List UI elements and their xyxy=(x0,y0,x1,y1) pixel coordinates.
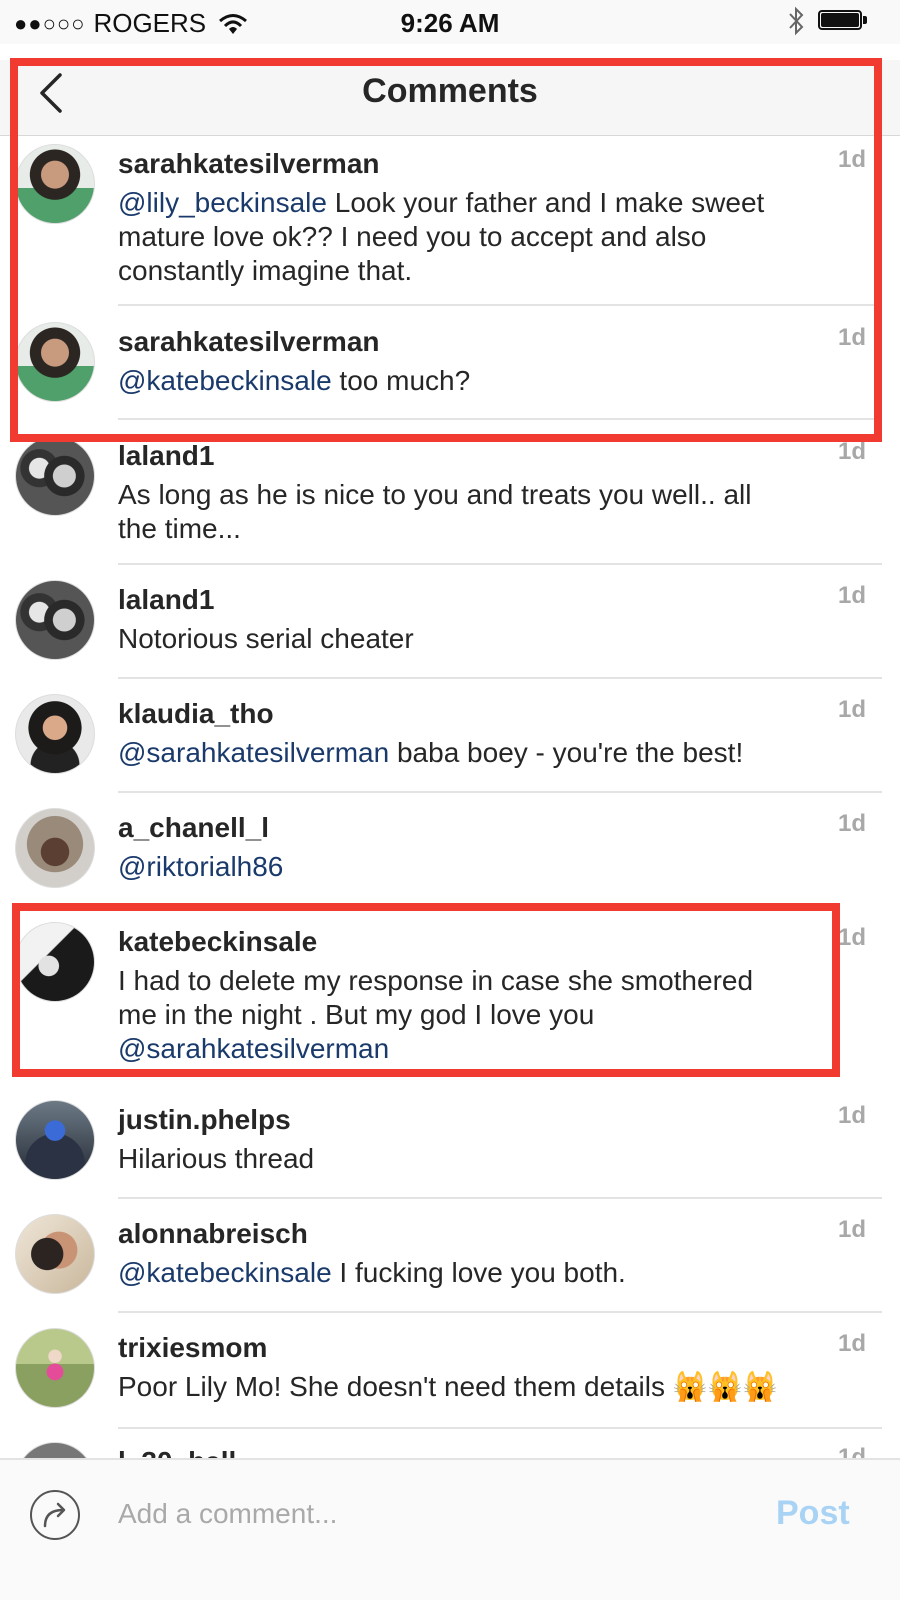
avatar[interactable] xyxy=(15,1100,95,1180)
mention-link[interactable]: @riktorialh86 xyxy=(118,851,283,882)
mention-link[interactable]: @sarahkatesilverman xyxy=(118,1033,389,1064)
post-button[interactable]: Post xyxy=(776,1494,850,1533)
battery-icon xyxy=(818,10,868,32)
avatar[interactable] xyxy=(15,144,95,224)
comment-text: @lily_beckinsale Look your father and I … xyxy=(118,186,838,288)
comment-time: 1d xyxy=(838,582,867,609)
divider xyxy=(118,791,882,793)
comment-time: 1d xyxy=(838,924,867,951)
comment-text: @riktorialh86 xyxy=(118,850,838,884)
mention-link[interactable]: @katebeckinsale xyxy=(118,1257,332,1288)
comment-text-part: mature love ok?? I need you to accept an… xyxy=(118,221,707,252)
bluetooth-icon xyxy=(789,6,804,36)
comment-item: sarahkatesilverman 1d @lily_beckinsale L… xyxy=(0,142,900,306)
comment-username[interactable]: justin.phelps xyxy=(118,1104,291,1136)
status-time: 9:26 AM xyxy=(400,8,500,38)
comment-item: sarahkatesilverman 1d @katebeckinsale to… xyxy=(0,320,900,420)
comment-time: 1d xyxy=(838,1330,867,1357)
comment-text-part: baba boey - you're the best! xyxy=(389,737,744,768)
comment-composer: Post xyxy=(0,1458,900,1600)
comment-username[interactable]: laland1 xyxy=(118,440,214,472)
avatar[interactable] xyxy=(15,322,95,402)
comment-text-part: I had to delete my response in case she … xyxy=(118,965,754,996)
comment-username[interactable]: klaudia_tho xyxy=(118,698,274,730)
comment-text: @sarahkatesilverman baba boey - you're t… xyxy=(118,736,838,770)
comment-text-part: Hilarious thread xyxy=(118,1143,315,1174)
comment-text-part: too much? xyxy=(331,365,471,396)
comments-header: Comments xyxy=(0,60,900,136)
comment-item: laland1 1d Notorious serial cheater xyxy=(0,580,900,680)
mention-link[interactable]: @lily_beckinsale xyxy=(118,187,327,218)
comment-text-part: Poor Lily Mo! She doesn't need them deta… xyxy=(118,1371,778,1402)
avatar[interactable] xyxy=(15,1328,95,1408)
comment-username[interactable]: laland1 xyxy=(118,584,214,616)
comment-text-part: constantly imagine that. xyxy=(118,255,413,286)
comment-text: @katebeckinsale I fucking love you both. xyxy=(118,1256,838,1290)
comment-username[interactable]: a_chanell_l xyxy=(118,812,269,844)
divider xyxy=(118,563,882,565)
comment-item: laland1 1d As long as he is nice to you … xyxy=(0,436,900,566)
divider xyxy=(118,418,882,420)
comment-text: @katebeckinsale too much? xyxy=(118,364,838,398)
comment-time: 1d xyxy=(838,1216,867,1243)
comment-text-part: As long as he is nice to you and treats … xyxy=(118,479,752,510)
comment-item: a_chanell_l 1d @riktorialh86 xyxy=(0,808,900,908)
share-button[interactable] xyxy=(30,1490,80,1540)
comment-text-part: Look your father and I make sweet xyxy=(326,187,765,218)
page-title: Comments xyxy=(362,72,538,110)
divider xyxy=(118,304,882,306)
comment-item: katebeckinsale 1d I had to delete my res… xyxy=(0,922,900,1082)
share-arrow-icon xyxy=(43,1502,66,1528)
comment-text-part: Notorious serial cheater xyxy=(118,623,414,654)
comment-item: klaudia_tho 1d @sarahkatesilverman baba … xyxy=(0,694,900,794)
comment-text: I had to delete my response in case she … xyxy=(118,964,838,1066)
comment-time: 1d xyxy=(838,1102,867,1129)
avatar[interactable] xyxy=(15,436,95,516)
comment-text-part: I fucking love you both. xyxy=(331,1257,626,1288)
divider xyxy=(118,1197,882,1199)
divider xyxy=(118,1311,882,1313)
avatar[interactable] xyxy=(15,808,95,888)
comment-time: 1d xyxy=(838,810,867,837)
divider xyxy=(118,677,882,679)
comment-item: alonnabreisch 1d @katebeckinsale I fucki… xyxy=(0,1214,900,1314)
comment-time: 1d xyxy=(838,146,867,173)
comment-input[interactable] xyxy=(118,1494,718,1534)
status-bar: ●●○○○ ROGERS 9:26 AM xyxy=(0,0,900,44)
comment-username[interactable]: alonnabreisch xyxy=(118,1218,308,1250)
comment-text: Poor Lily Mo! She doesn't need them deta… xyxy=(118,1370,838,1404)
comment-time: 1d xyxy=(838,324,867,351)
comment-username[interactable]: trixiesmom xyxy=(118,1332,267,1364)
mention-link[interactable]: @katebeckinsale xyxy=(118,365,332,396)
comment-text-part: me in the night . But my god I love you xyxy=(118,999,595,1030)
avatar[interactable] xyxy=(15,580,95,660)
comment-item: trixiesmom 1d Poor Lily Mo! She doesn't … xyxy=(0,1328,900,1429)
comment-username[interactable]: sarahkatesilverman xyxy=(118,326,380,358)
comment-time: 1d xyxy=(838,438,867,465)
comment-text: Hilarious thread xyxy=(118,1142,838,1176)
comment-item: justin.phelps 1d Hilarious thread xyxy=(0,1100,900,1200)
avatar[interactable] xyxy=(15,922,95,1002)
comment-text-part: the time... xyxy=(118,513,241,544)
comment-text: Notorious serial cheater xyxy=(118,622,838,656)
comment-username[interactable]: sarahkatesilverman xyxy=(118,148,380,180)
mention-link[interactable]: @sarahkatesilverman xyxy=(118,737,389,768)
comment-username[interactable]: katebeckinsale xyxy=(118,926,317,958)
divider xyxy=(118,1427,882,1429)
comment-time: 1d xyxy=(838,696,867,723)
comment-text: As long as he is nice to you and treats … xyxy=(118,478,838,546)
avatar[interactable] xyxy=(15,694,95,774)
avatar[interactable] xyxy=(15,1214,95,1294)
